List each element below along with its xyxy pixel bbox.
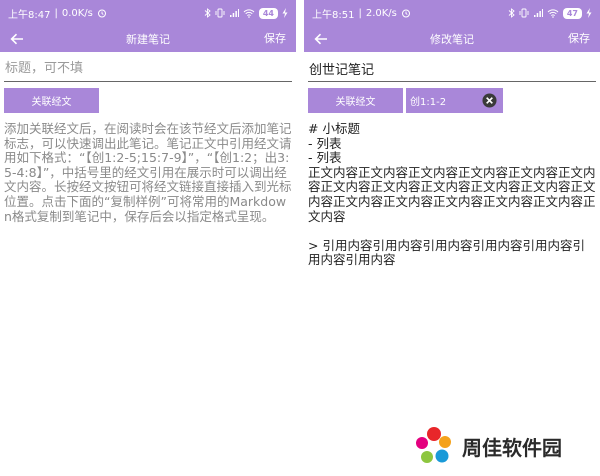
battery-indicator: 44 xyxy=(258,7,278,19)
linked-verse-chip[interactable]: 创1:1-2 xyxy=(406,88,503,113)
status-speed: 2.0K/s xyxy=(365,7,397,19)
status-bar: 上午8:51 | 2.0K/s 47 xyxy=(304,0,600,26)
edit-note-screen: 上午8:51 | 2.0K/s 47 修改笔记 保存 关联经文 创1:1-2 # xyxy=(304,0,600,476)
page-title: 修改笔记 xyxy=(430,33,474,46)
note-body-editor[interactable]: # 小标题 - 列表 - 列表 正文内容正文内容正文内容正文内容正文内容正文内容… xyxy=(308,121,596,268)
back-arrow-icon[interactable] xyxy=(310,26,332,52)
vibrate-icon xyxy=(519,8,529,18)
alarm-icon xyxy=(401,9,410,18)
battery-indicator: 47 xyxy=(562,7,582,19)
signal-icon xyxy=(533,9,543,17)
linked-verse-label: 创1:1-2 xyxy=(410,97,447,108)
remove-circle-icon[interactable] xyxy=(482,93,497,108)
alarm-icon xyxy=(97,9,106,18)
charging-icon xyxy=(282,8,288,18)
link-verse-button[interactable]: 关联经文 xyxy=(4,88,99,113)
note-title-input[interactable] xyxy=(4,56,292,82)
link-verse-button[interactable]: 关联经文 xyxy=(308,88,403,113)
body-line-list: - 列表 xyxy=(308,135,342,151)
bluetooth-icon xyxy=(204,8,211,18)
signal-icon xyxy=(229,9,239,17)
note-title-input[interactable] xyxy=(308,56,596,82)
body-line-paragraph: 正文内容正文内容正文内容正文内容正文内容正文内容正文内容正文内容正文内容正文内容… xyxy=(308,164,596,224)
pinwheel-logo-icon xyxy=(416,427,451,463)
wifi-icon xyxy=(547,9,559,18)
body-line-blank xyxy=(308,224,596,239)
site-watermark: 周佳软件园 xyxy=(410,422,590,470)
charging-icon xyxy=(586,8,592,18)
bluetooth-icon xyxy=(508,8,515,18)
back-arrow-icon[interactable] xyxy=(6,26,28,52)
page-title: 新建笔记 xyxy=(126,33,170,46)
save-button[interactable]: 保存 xyxy=(568,26,590,52)
status-time: 上午8:51 xyxy=(312,9,355,21)
status-speed: 0.0K/s xyxy=(61,7,93,19)
status-time: 上午8:47 xyxy=(8,9,51,21)
help-text: 添加关联经文后，在阅读时会在该节经文后添加笔记标志，可以快速调出此笔记。笔记正文… xyxy=(4,121,292,224)
status-bar: 上午8:47 | 0.0K/s 44 xyxy=(0,0,296,26)
app-bar: 新建笔记 保存 xyxy=(0,26,296,52)
save-button[interactable]: 保存 xyxy=(264,26,286,52)
vibrate-icon xyxy=(215,8,225,18)
watermark-text: 周佳软件园 xyxy=(462,436,562,460)
wifi-icon xyxy=(243,9,255,18)
body-line-heading: # 小标题 xyxy=(308,121,360,136)
body-line-list: - 列表 xyxy=(308,150,342,166)
app-bar: 修改笔记 保存 xyxy=(304,26,600,52)
new-note-screen: 上午8:47 | 0.0K/s 44 新建笔记 保存 关联经文 添加关联经文后，… xyxy=(0,0,296,476)
body-line-quote: > 引用内容引用内容引用内容引用内容引用内容引用内容引用内容 xyxy=(308,237,585,268)
